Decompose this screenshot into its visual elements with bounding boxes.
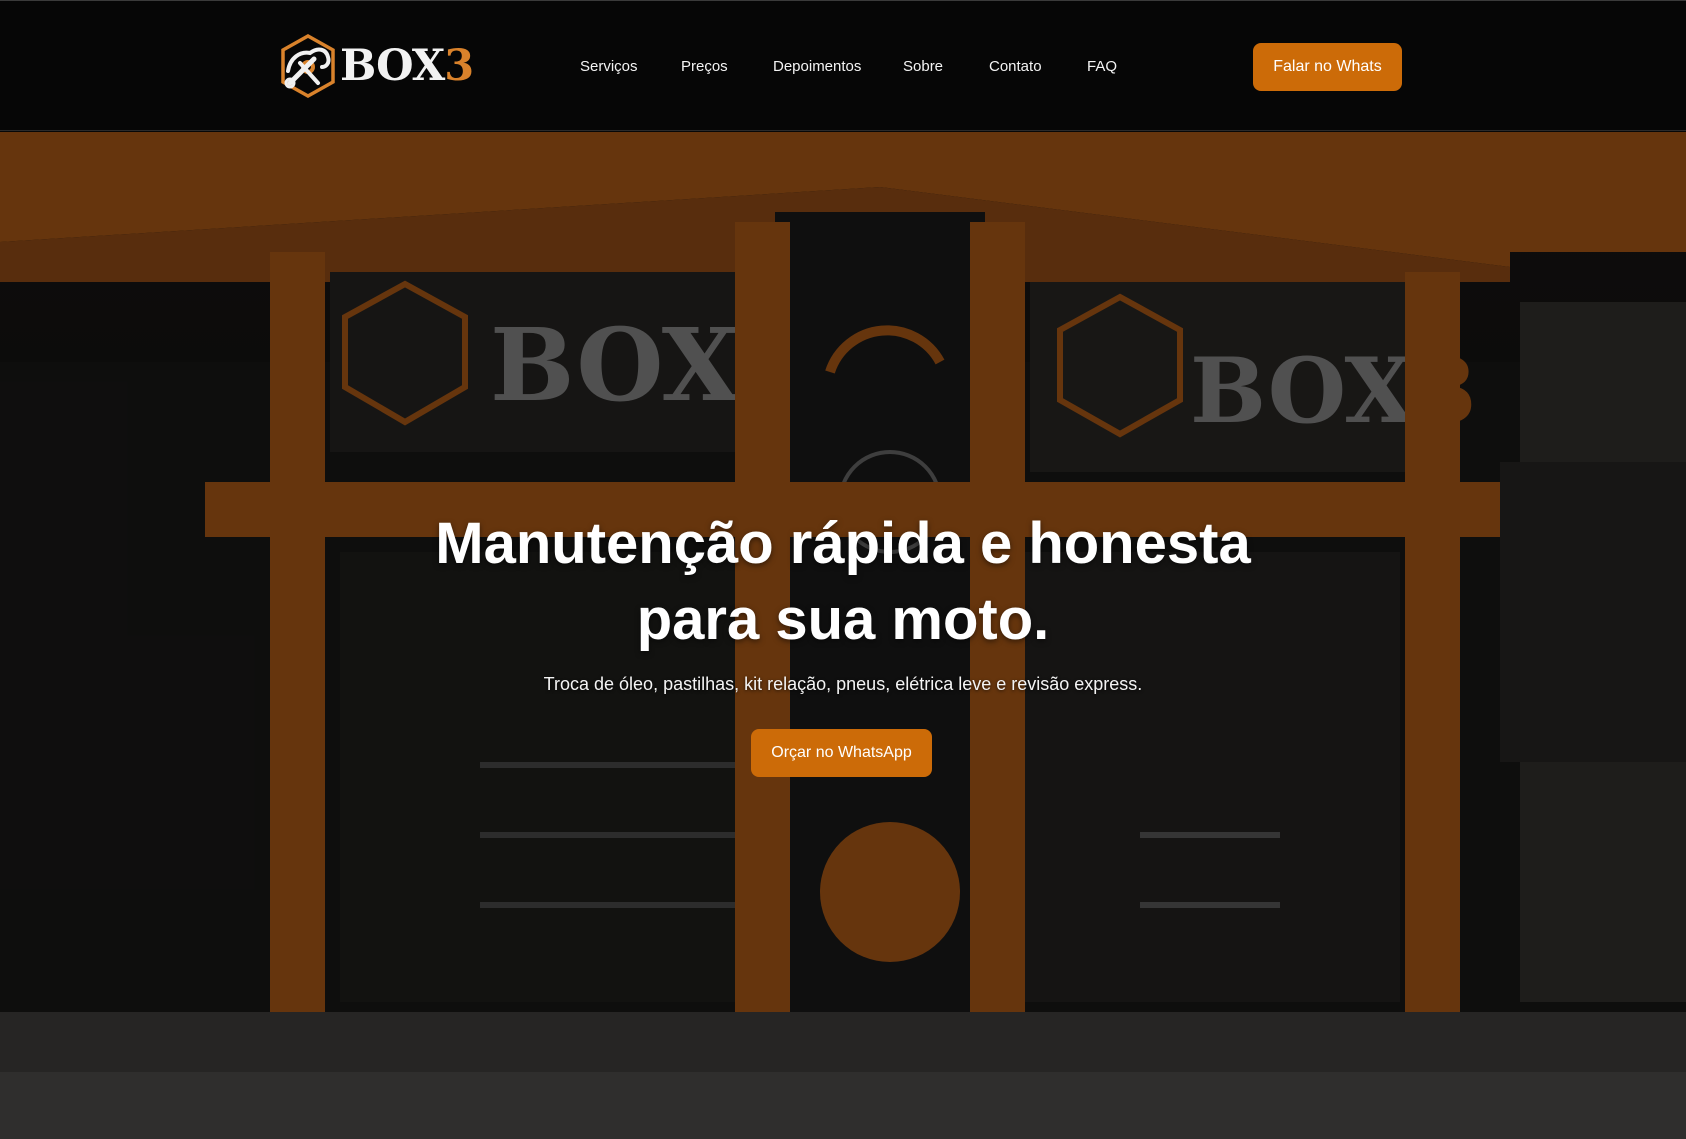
nav-precos[interactable]: Preços [681, 57, 728, 77]
moto-wrench-logo-icon [281, 33, 335, 99]
nav-contato[interactable]: Contato [989, 57, 1042, 77]
hero-title-line-1: Manutenção rápida e honesta [435, 511, 1251, 576]
hero-title-line-2: para sua moto. [636, 587, 1050, 652]
nav-servicos[interactable]: Serviços [580, 57, 638, 77]
hero-section: BOX3 BOX3 Manutenção rápida e honesta pa… [0, 132, 1686, 1139]
logo-text-main: BOX [340, 40, 445, 91]
whatsapp-quote-button[interactable]: Orçar no WhatsApp [751, 729, 932, 777]
logo[interactable]: BOX3 [278, 33, 474, 99]
logo-wordmark: BOX3 [340, 44, 474, 88]
whatsapp-header-button[interactable]: Falar no Whats [1253, 43, 1402, 91]
hero-subtitle: Troca de óleo, pastilhas, kit relação, p… [543, 674, 1143, 694]
nav-faq[interactable]: FAQ [1087, 57, 1117, 77]
site-header: BOX3 Serviços Preços Depoimentos Sobre C… [0, 0, 1686, 131]
hero-title: Manutenção rápida e honesta para sua mot… [343, 506, 1343, 658]
logo-text-accent: 3 [444, 40, 474, 91]
nav-depoimentos[interactable]: Depoimentos [773, 57, 861, 77]
nav-sobre[interactable]: Sobre [903, 57, 943, 77]
